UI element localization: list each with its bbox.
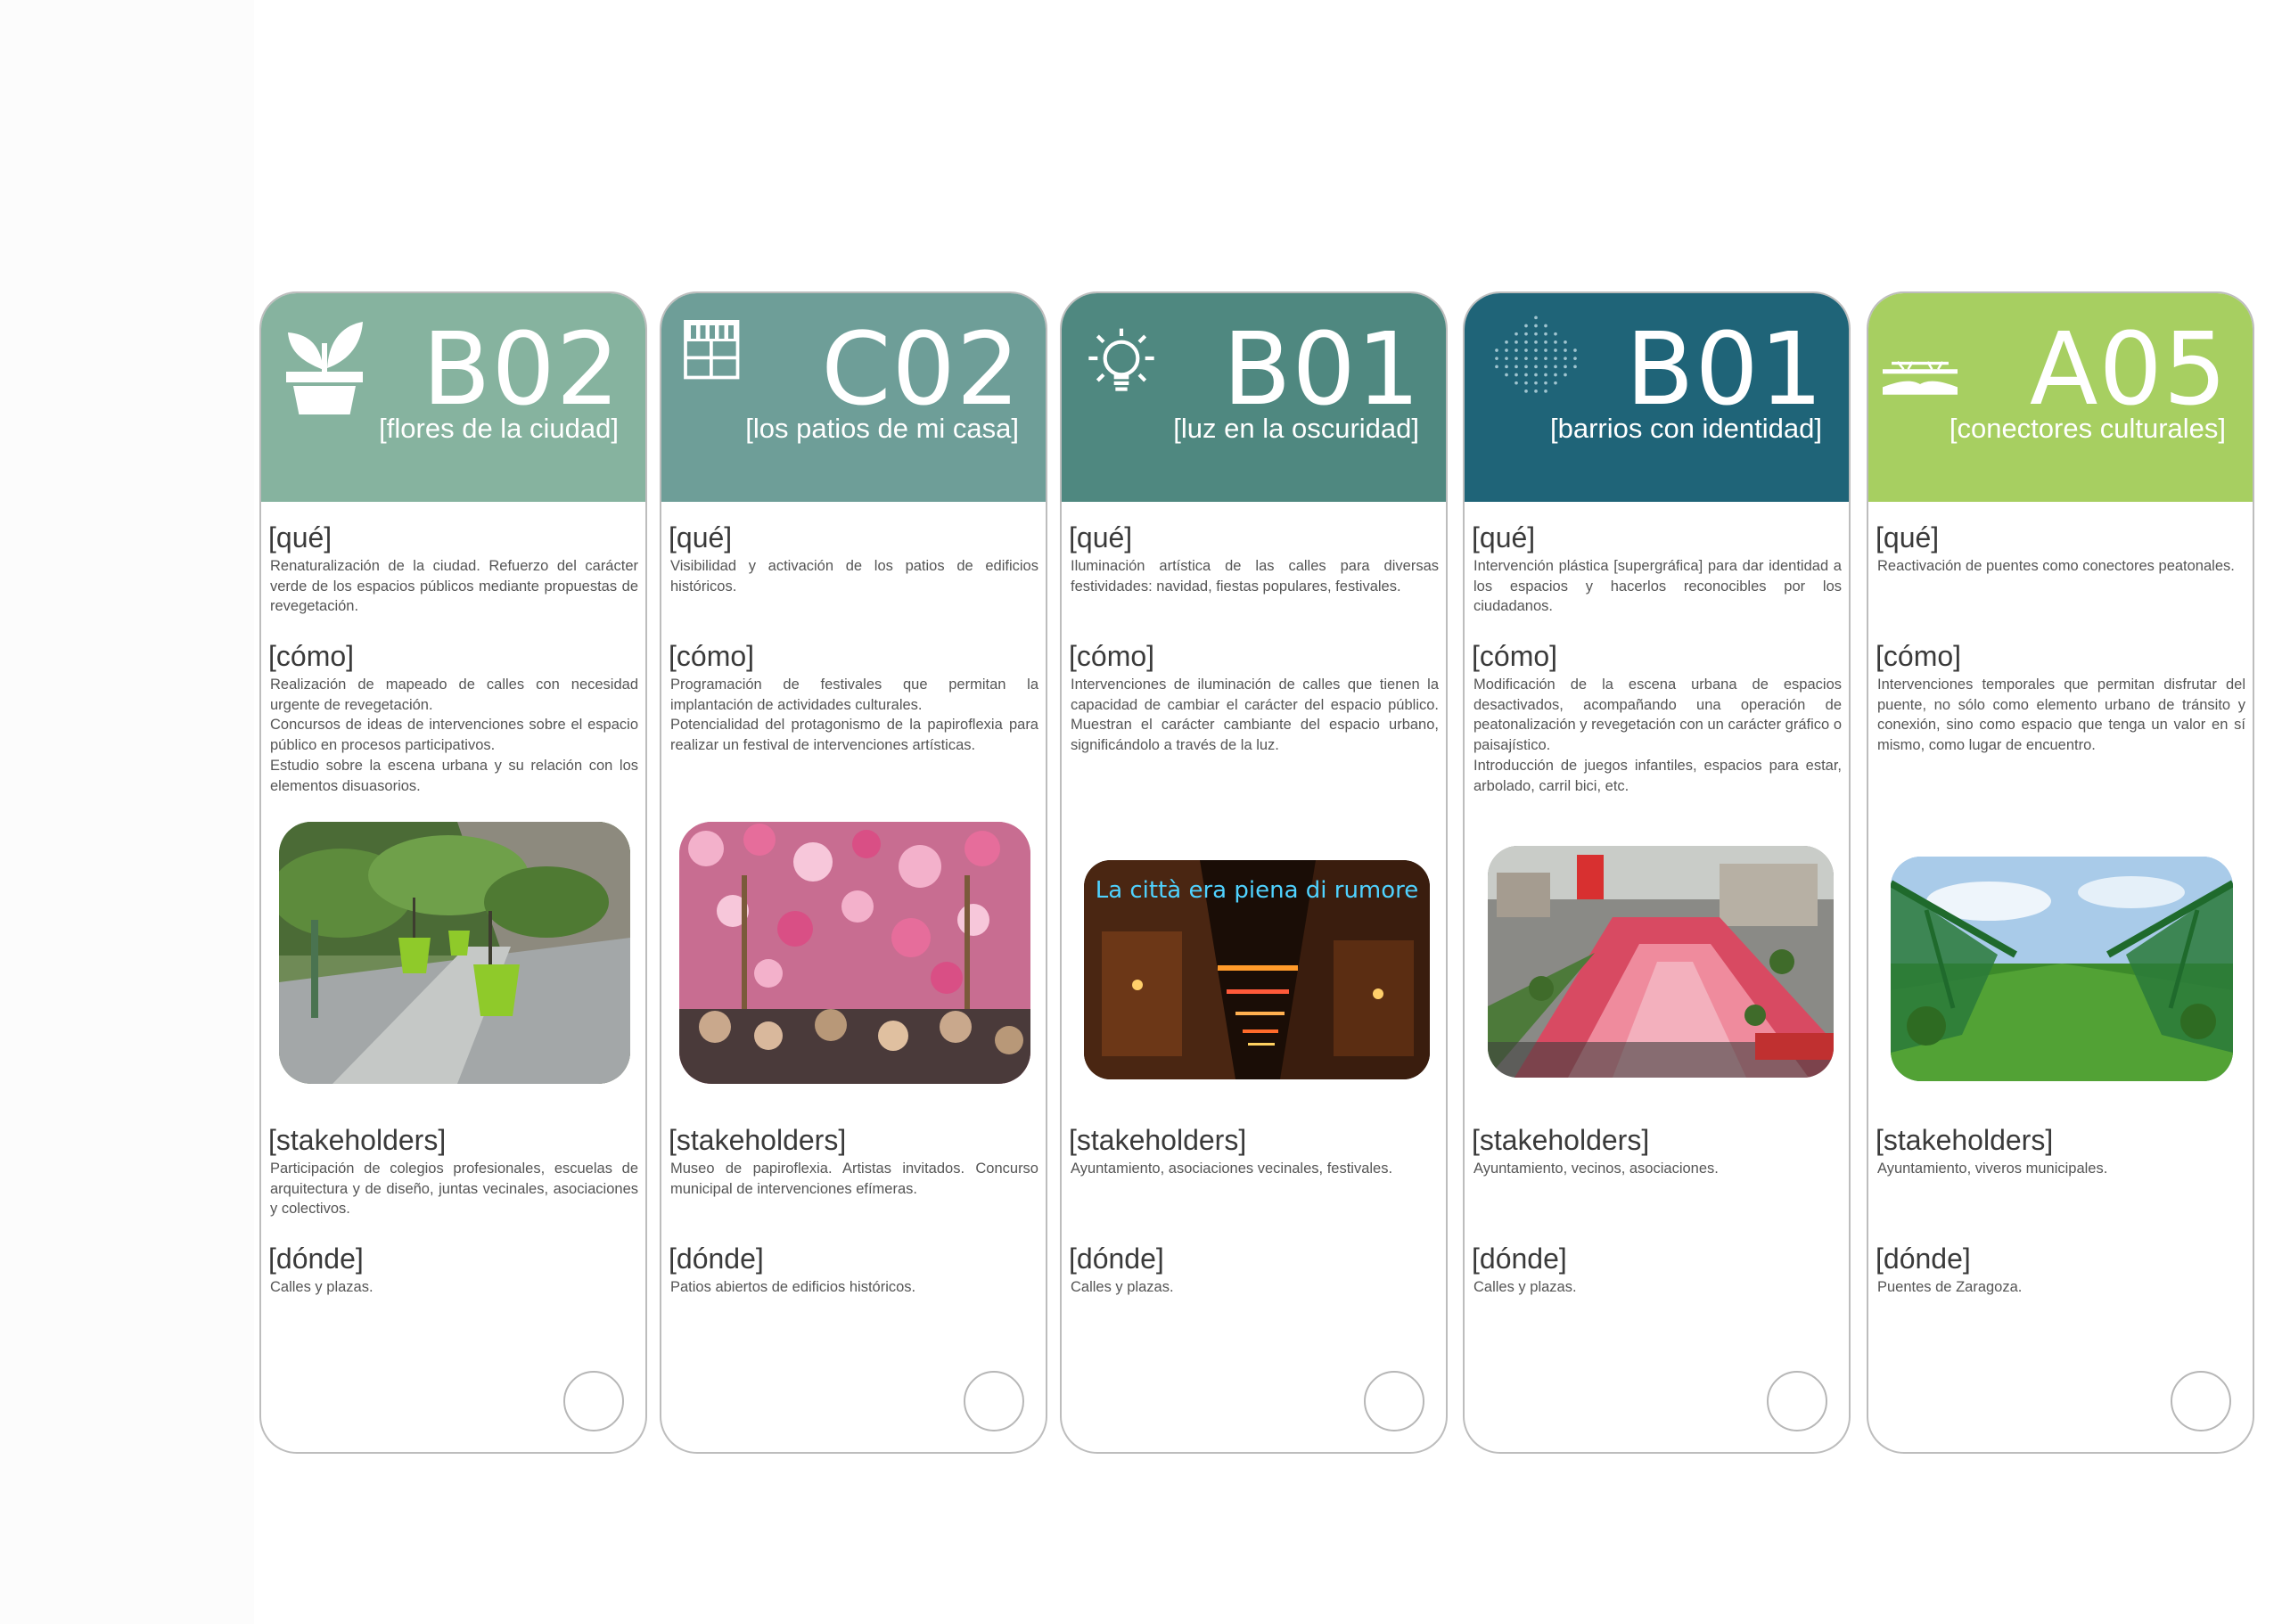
courtyard-building-icon [684, 320, 740, 380]
bridge-icon [1883, 361, 1958, 395]
como-text: Programación de festivales que permitan … [670, 677, 1038, 754]
stakeholders-text: Ayuntamiento, asociaciones vecinales, fe… [1071, 1161, 1393, 1177]
stakeholders-text: Ayuntamiento, viveros municipales. [1877, 1161, 2108, 1177]
donde-text: Calles y plazas. [270, 1279, 373, 1295]
donde-text: Calles y plazas. [1071, 1279, 1174, 1295]
red-plaza-superkilen-photo [1488, 846, 1834, 1078]
stakeholders-heading: [stakeholders] [1069, 1124, 1247, 1156]
donde-heading: [dónde] [1472, 1243, 1567, 1275]
stakeholders-heading: [stakeholders] [268, 1124, 447, 1156]
como-text: Intervenciones temporales que permitan d… [1877, 677, 2245, 754]
donde-heading: [dónde] [1069, 1243, 1164, 1275]
plant-pot-icon [286, 322, 363, 414]
card-header: C02 [los patios de mi casa] [661, 293, 1046, 502]
stakeholders-text: Museo de papiroflexia. Artistas invitado… [670, 1161, 1038, 1197]
card-select-circle[interactable] [964, 1371, 1024, 1431]
card-subtitle: [conectores culturales] [1949, 413, 2226, 444]
card-a05: A05 [conectores culturales] [qué] Reacti… [1867, 291, 2254, 1454]
lightbulb-icon [1088, 328, 1154, 391]
card-header: A05 [conectores culturales] [1868, 293, 2253, 502]
como-heading: [cómo] [669, 640, 755, 672]
donde-heading: [dónde] [669, 1243, 764, 1275]
stakeholders-heading: [stakeholders] [1472, 1124, 1650, 1156]
card-subtitle: [flores de la ciudad] [379, 413, 619, 444]
card-select-circle[interactable] [563, 1371, 624, 1431]
card-code: B01 [1222, 312, 1421, 428]
donde-text: Puentes de Zaragoza. [1877, 1279, 2023, 1295]
como-text: Modificación de la escena urbana de espa… [1473, 677, 1842, 794]
que-heading: [qué] [1069, 521, 1133, 554]
card-subtitle: [luz en la oscuridad] [1173, 413, 1419, 444]
stakeholders-heading: [stakeholders] [1876, 1124, 2054, 1156]
neon-lights-street-night-photo: La città era piena di rumore [1084, 860, 1430, 1079]
stakeholders-text: Participación de colegios profesionales,… [270, 1161, 638, 1218]
donde-text: Patios abiertos de edificios históricos. [670, 1279, 916, 1295]
card-code: B01 [1625, 312, 1824, 428]
card-subtitle: [barrios con identidad] [1549, 413, 1822, 444]
card-b01-luz: B01 [luz en la oscuridad] [qué] Iluminac… [1060, 291, 1448, 1454]
que-text: Reactivación de puentes como conectores … [1877, 558, 2235, 574]
donde-text: Calles y plazas. [1473, 1279, 1577, 1295]
dotted-pattern-icon [1495, 316, 1577, 393]
card-header: B01 [luz en la oscuridad] [1062, 293, 1446, 502]
card-code: A05 [2029, 312, 2228, 428]
que-heading: [qué] [669, 521, 733, 554]
donde-heading: [dónde] [1876, 1243, 1971, 1275]
que-heading: [qué] [268, 521, 332, 554]
card-code: B02 [422, 312, 620, 428]
como-text: Realización de mapeado de calles con nec… [270, 677, 638, 794]
como-heading: [cómo] [1472, 640, 1558, 672]
card-b02: B02 [flores de la ciudad] [qué] Renatura… [259, 291, 647, 1454]
card-select-circle[interactable] [1364, 1371, 1424, 1431]
que-text: Visibilidad y activación de los patios d… [670, 558, 1038, 595]
card-c02: C02 [los patios de mi casa] [qué] Visibi… [660, 291, 1047, 1454]
como-heading: [cómo] [1876, 640, 1962, 672]
como-text: Intervenciones de iluminación de calles … [1071, 677, 1439, 754]
card-code: C02 [821, 312, 1021, 428]
card-header: B01 [barrios con identidad] [1465, 293, 1849, 502]
donde-heading: [dónde] [268, 1243, 364, 1275]
card-b01-barrios: B01 [barrios con identidad] [qué] Interv… [1463, 291, 1851, 1454]
que-text: Iluminación artística de las calles para… [1071, 558, 1439, 595]
que-text: Renaturalización de la ciudad. Refuerzo … [270, 558, 638, 615]
como-heading: [cómo] [268, 640, 355, 672]
que-heading: [qué] [1876, 521, 1940, 554]
stakeholders-text: Ayuntamiento, vecinos, asociaciones. [1473, 1161, 1719, 1177]
stakeholders-heading: [stakeholders] [669, 1124, 847, 1156]
que-text: Intervención plástica [supergráfica] par… [1473, 558, 1842, 615]
card-subtitle: [los patios de mi casa] [745, 413, 1019, 444]
card-select-circle[interactable] [2171, 1371, 2231, 1431]
card-select-circle[interactable] [1767, 1371, 1827, 1431]
neon-sign-text: La città era piena di rumore [1096, 877, 1419, 904]
page-margin [0, 0, 254, 1624]
pink-paper-flowers-festival-photo [679, 822, 1030, 1084]
green-grass-bridge-photo [1891, 857, 2233, 1081]
card-header: B02 [flores de la ciudad] [261, 293, 645, 502]
que-heading: [qué] [1472, 521, 1536, 554]
green-flower-pots-street-photo [279, 822, 630, 1084]
como-heading: [cómo] [1069, 640, 1155, 672]
